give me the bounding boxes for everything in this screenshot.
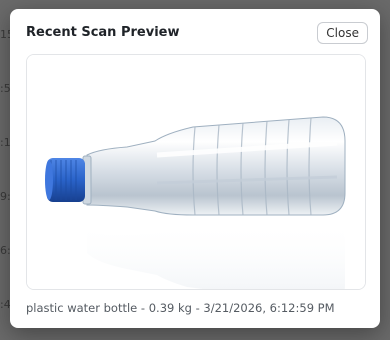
scan-image	[27, 55, 365, 289]
scan-image-frame	[26, 54, 366, 290]
bottle-cap	[45, 158, 85, 202]
dialog-title: Recent Scan Preview	[26, 25, 180, 40]
scan-caption: plastic water bottle - 0.39 kg - 3/21/20…	[26, 301, 335, 315]
close-button[interactable]: Close	[317, 22, 368, 44]
scan-preview-dialog: Recent Scan Preview Close plastic water …	[10, 9, 380, 328]
